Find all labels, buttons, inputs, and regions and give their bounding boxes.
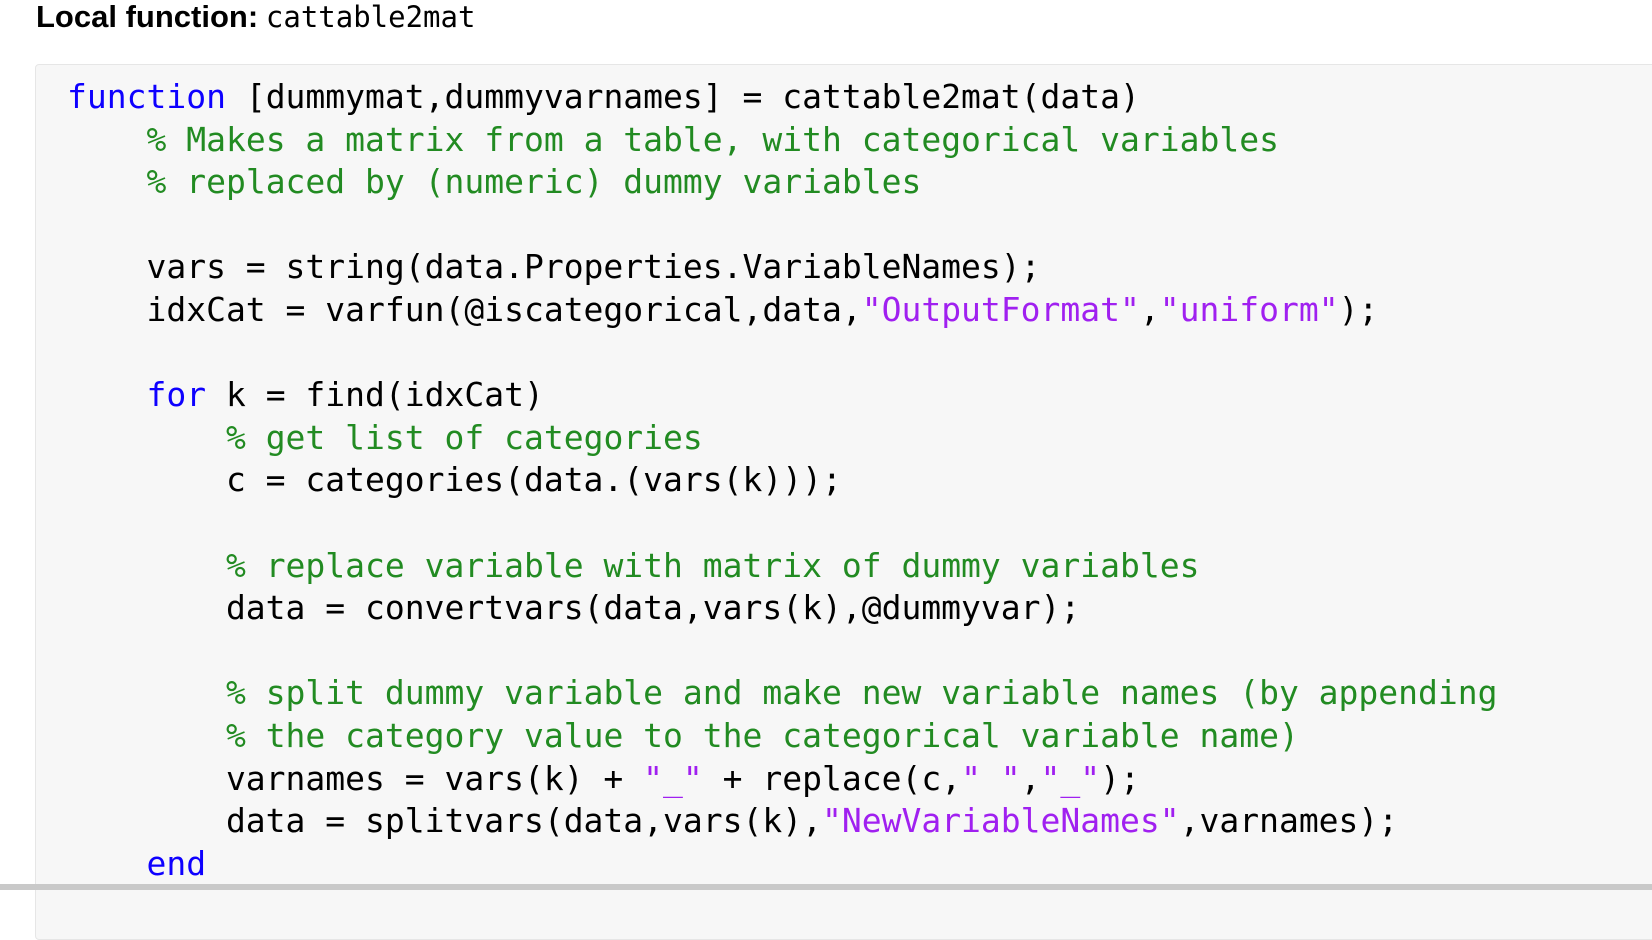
code-text: + replace(c, (702, 758, 962, 798)
code-text: , (1020, 758, 1041, 798)
code-text: ,varnames); (1179, 801, 1399, 841)
code-text: vars = string(data.Properties.VariableNa… (67, 247, 1041, 287)
code-comment: % the category value to the categorical … (225, 715, 1299, 755)
code-keyword: function (67, 77, 226, 116)
code-text: c = categories(data.(vars(k))); (67, 460, 842, 500)
code-line: end (67, 843, 1497, 886)
code-line: % the category value to the categorical … (67, 715, 1497, 758)
code-line: varnames = vars(k) + "_" + replace(c," "… (67, 758, 1497, 801)
code-line: c = categories(data.(vars(k))); (67, 459, 1497, 502)
code-line: for k = find(idxCat) (67, 374, 1497, 417)
code-line: data = convertvars(data,vars(k),@dummyva… (67, 587, 1497, 630)
code-line: % replaced by (numeric) dummy variables (67, 161, 1497, 204)
code-line: % replace variable with matrix of dummy … (67, 545, 1497, 588)
code-line: % get list of categories (67, 417, 1497, 460)
code-string: "_" (1040, 758, 1101, 798)
code-line: data = splitvars(data,vars(k),"NewVariab… (67, 800, 1497, 843)
horizontal-scrollbar[interactable] (0, 884, 1652, 890)
code-line: % Makes a matrix from a table, with cate… (67, 119, 1497, 162)
code-text: data = splitvars(data,vars(k), (67, 801, 822, 841)
code-text: k = find(idxCat) (206, 375, 544, 415)
code-keyword: for (146, 375, 207, 415)
code-text: , (1139, 289, 1160, 329)
code-line: idxCat = varfun(@iscategorical,data,"Out… (67, 289, 1497, 332)
code-comment: % replace variable with matrix of dummy … (225, 545, 1200, 585)
code-text: ); (1338, 289, 1379, 329)
heading-label: Local function: (36, 0, 259, 34)
code-comment: % Makes a matrix from a table, with cate… (146, 119, 1279, 159)
code-keyword: end (146, 843, 207, 883)
code-text: varnames = vars(k) + (67, 758, 644, 798)
code-comment: % replaced by (numeric) dummy variables (146, 162, 922, 202)
code-text: [dummymat,dummyvarnames] = cattable2mat(… (225, 77, 1140, 116)
section-heading: Local function: cattable2mat (36, 0, 475, 34)
code-comment: % get list of categories (225, 417, 703, 457)
function-name: cattable2mat (265, 0, 476, 34)
code-string: "_" (643, 758, 703, 798)
code-comment: % split dummy variable and make new vari… (225, 673, 1498, 713)
code-text: data = convertvars(data,vars(k),@dummyva… (67, 588, 1081, 628)
code-line: % split dummy variable and make new vari… (67, 672, 1498, 715)
code-line: function [dummymat,dummyvarnames] = catt… (67, 76, 1497, 119)
code-string: "OutputFormat" (861, 289, 1140, 329)
code-text: idxCat = varfun(@iscategorical,data, (67, 289, 862, 329)
code-string: "uniform" (1159, 289, 1339, 329)
code-string: "NewVariableNames" (821, 801, 1180, 841)
code-line: vars = string(data.Properties.VariableNa… (67, 246, 1497, 289)
code-listing: function [dummymat,dummyvarnames] = catt… (67, 76, 1497, 885)
code-text: ); (1100, 758, 1140, 798)
code-string: " " (961, 758, 1021, 798)
